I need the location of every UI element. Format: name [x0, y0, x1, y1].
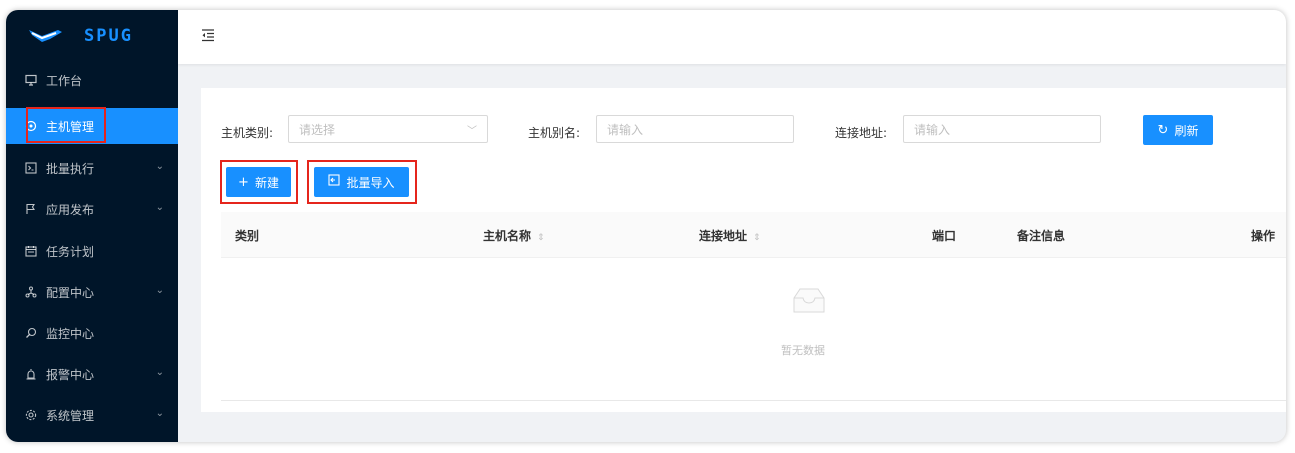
desktop-icon: [24, 73, 38, 87]
app-window: SPUG 工作台 主机管理 批量执行 ⌄ 应用发布 ⌄ 任务计划 配置中心 ⌄ …: [6, 10, 1286, 442]
flag-icon: [24, 202, 38, 216]
column-header-port: 端口: [932, 229, 957, 243]
sidebar-item-system-management[interactable]: 系统管理 ⌄: [6, 397, 178, 433]
sidebar-item-alert-center[interactable]: 报警中心 ⌄: [6, 356, 178, 392]
column-header-address-label: 连接地址: [699, 229, 748, 243]
sidebar-item-label: 主机管理: [46, 119, 95, 134]
sidebar-item-label: 任务计划: [46, 244, 95, 259]
top-header: [178, 10, 1286, 64]
empty-inbox-icon: [793, 288, 825, 313]
sidebar-item-monitor-center[interactable]: 监控中心: [6, 315, 178, 351]
sidebar-item-label: 报警中心: [46, 367, 95, 382]
sidebar-item-label: 系统管理: [46, 408, 95, 423]
schedule-icon: [24, 244, 38, 258]
sort-icon[interactable]: ⇕: [537, 233, 545, 243]
chevron-down-icon: ⌄: [155, 161, 164, 172]
code-icon: [24, 161, 38, 175]
sidebar-item-label: 应用发布: [46, 202, 95, 217]
address-input[interactable]: 请输入: [903, 115, 1101, 143]
logo: SPUG: [6, 10, 178, 62]
chevron-down-icon: ⌄: [155, 408, 164, 419]
sidebar-item-host-management[interactable]: 主机管理: [6, 108, 178, 144]
alert-icon: [24, 367, 38, 381]
sidebar-item-app-release[interactable]: 应用发布 ⌄: [6, 191, 178, 227]
address-label: 连接地址:: [835, 126, 888, 140]
host-alias-label: 主机别名:: [528, 126, 581, 140]
refresh-button[interactable]: ↻ 刷新: [1143, 115, 1213, 145]
host-alias-placeholder: 请输入: [607, 122, 644, 137]
new-host-button-label: 新建: [254, 175, 279, 190]
host-category-label: 主机类别:: [221, 126, 274, 140]
sidebar-item-label: 批量执行: [46, 161, 95, 176]
chevron-down-icon: ⌄: [155, 367, 164, 378]
deployment-unit-icon: [24, 285, 38, 299]
table-header: 类别 主机名称 ⇕ 连接地址 ⇕ 端口 备注信息 操作: [221, 212, 1286, 258]
plus-icon: +: [238, 174, 249, 190]
cloud-server-icon: [24, 119, 38, 133]
column-header-hostname-label: 主机名称: [483, 229, 532, 243]
chevron-down-icon: ﹀: [467, 126, 477, 137]
chevron-down-icon: ⌄: [155, 285, 164, 296]
new-host-button[interactable]: + 新建: [226, 167, 291, 197]
batch-import-button-label: 批量导入: [346, 175, 395, 190]
column-header-hostname[interactable]: 主机名称 ⇕: [483, 227, 545, 244]
setting-icon: [24, 408, 38, 422]
chevron-down-icon: ⌄: [155, 202, 164, 213]
monitor-icon: [24, 326, 38, 340]
host-list-card: 主机类别: 请选择 ﹀ 主机别名: 请输入 连接地址: 请输入 ↻ 刷新 + 新…: [201, 88, 1286, 412]
column-header-category: 类别: [235, 229, 260, 243]
host-category-select[interactable]: 请选择 ﹀: [288, 115, 488, 143]
empty-text: 暂无数据: [781, 344, 825, 357]
sidebar-item-task-schedule[interactable]: 任务计划: [6, 233, 178, 269]
sidebar: SPUG 工作台 主机管理 批量执行 ⌄ 应用发布 ⌄ 任务计划 配置中心 ⌄ …: [6, 10, 178, 442]
address-placeholder: 请输入: [914, 122, 951, 137]
refresh-button-label: 刷新: [1174, 123, 1199, 138]
table-empty-state: 暂无数据: [221, 258, 1286, 401]
host-alias-input[interactable]: 请输入: [596, 115, 794, 143]
column-header-actions: 操作: [1251, 229, 1276, 243]
sidebar-item-label: 监控中心: [46, 326, 95, 341]
menu-fold-icon[interactable]: [200, 27, 216, 43]
batch-import-button[interactable]: 批量导入: [314, 167, 409, 197]
sort-icon[interactable]: ⇕: [753, 233, 761, 243]
sidebar-item-workbench[interactable]: 工作台: [6, 62, 178, 98]
column-header-remarks: 备注信息: [1017, 229, 1066, 243]
spug-logo-icon: [29, 30, 62, 42]
sidebar-item-batch-exec[interactable]: 批量执行 ⌄: [6, 150, 178, 186]
sidebar-item-config-center[interactable]: 配置中心 ⌄: [6, 274, 178, 310]
import-icon: [328, 174, 341, 190]
sidebar-item-label: 配置中心: [46, 285, 95, 300]
reload-icon: ↻: [1157, 122, 1169, 138]
logo-text: SPUG: [84, 26, 133, 46]
host-category-placeholder: 请选择: [299, 122, 336, 137]
sidebar-item-label: 工作台: [46, 73, 83, 88]
column-header-address[interactable]: 连接地址 ⇕: [699, 227, 761, 244]
